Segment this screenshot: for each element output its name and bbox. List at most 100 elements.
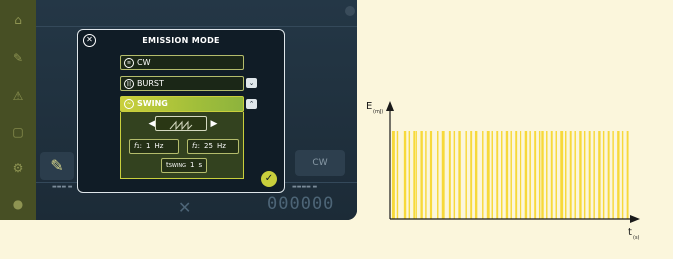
pulse-bar [486,131,490,219]
y-axis-unit: (mJ) [373,109,383,115]
pulse-bar [515,131,518,219]
pulse-bar [501,131,503,219]
pulse-bar [441,131,445,219]
f1-subscript: 1 [136,144,140,150]
chevron-down-icon[interactable]: ⌄ [246,78,257,88]
pulse-bar [579,131,582,219]
pulse-bar [413,131,416,219]
cancel-icon[interactable]: ✕ [178,198,191,217]
warning-icon[interactable]: ⚠ [10,88,26,104]
background-label-right: ▬▬▬▬ ▬ [292,184,318,190]
pin-icon[interactable]: ● [10,196,26,212]
f1-value: 1 [146,142,151,150]
option-swing[interactable]: ~ SWING [120,96,244,112]
home-icon[interactable]: ⌂ [10,12,26,28]
pulse-bar [524,131,528,219]
mode-indicator[interactable]: CW [295,150,345,176]
pulse-bar [538,131,541,219]
pulse-bar [510,131,512,219]
divider [36,26,357,27]
pulse-bar [429,131,433,219]
f2-field[interactable]: f2: 25 Hz [187,139,239,154]
pulse-bar [612,131,614,219]
pulse-bar [505,131,509,219]
f2-unit: Hz [216,142,226,150]
pulse-bar [560,131,564,219]
pulse-bar [437,131,439,219]
indicator-dot [345,6,355,16]
f1-unit: Hz [154,142,164,150]
f2-subscript: 2 [194,144,198,150]
pulse-bar [458,131,461,219]
check-icon[interactable]: ✓ [261,171,277,187]
y-axis-label: E [366,101,372,112]
pulse-bar [602,131,605,219]
pulse-bar [519,131,522,219]
background-label-left: ▬▬▬ ▬ [52,184,73,190]
next-arrow-icon[interactable]: ▶ [209,118,219,130]
pulse-bar [546,131,548,219]
pulse-bar [529,131,531,219]
y-axis-arrow-icon [386,101,394,111]
pulse-bar [565,131,567,219]
sawtooth-wave-icon [169,120,193,131]
pulse-bar [626,131,629,219]
x-axis-arrow-icon [630,215,640,223]
option-burst[interactable]: ||| BURST [120,76,244,91]
f2-value: 25 [204,142,213,150]
pulse-bar [396,131,399,219]
x-axis-unit: (s) [633,235,640,241]
pulse-bar [420,131,423,219]
pulse-bar [470,131,473,219]
emission-mode-dialog: ✕ EMISSION MODE ≡ CW ||| BURST ⌄ ~ SWING ⌃ … [77,29,285,193]
t-unit: s [198,161,203,169]
pulse-bar [583,131,586,219]
gear-icon[interactable]: ⚙ [10,160,26,176]
sidebar: ⌂ ✎ ⚠ ▢ ⚙ ● [0,0,36,220]
pulse-bar [496,131,499,219]
pulse-bar [425,131,427,219]
chevron-up-icon[interactable]: ⌃ [246,99,257,109]
pulse-chart: E (mJ) t (s) [366,101,640,241]
cw-icon: ≡ [124,57,134,68]
pulse-bar [474,131,478,219]
pulse-counter: 000000 [267,194,335,214]
f1-field[interactable]: f1: 1 Hz [129,139,179,154]
swing-icon: ~ [124,98,134,109]
pulse-bar [482,131,484,219]
pulse-bar [569,131,572,219]
pulse-bar [593,131,595,219]
waveform-selector[interactable] [155,116,207,131]
option-label: SWING [137,99,168,108]
dialog-title: EMISSION MODE [142,36,220,45]
pulse-bar [392,131,395,219]
pulse-bar [403,131,407,219]
pulse-bar [598,131,601,219]
pulse-bar [574,131,576,219]
handpiece-icon[interactable]: ✎ [40,152,74,180]
pulse-bar [550,131,553,219]
pulse-bar [415,131,417,219]
burst-icon: ||| [124,78,134,89]
t-subscript: SWING [168,163,186,169]
pen-icon[interactable]: ✎ [10,50,26,66]
t-value: 1 [189,161,195,169]
option-label: BURST [137,79,164,88]
swing-settings-panel: ◀ ▶ f1: 1 Hz f2: 25 Hz tSWING 1 s [120,112,244,179]
pulse-bar [534,131,537,219]
pulse-bar [617,131,620,219]
pulse-bar [465,131,467,219]
pulse-bar [555,131,557,219]
lock-icon[interactable]: ▢ [10,124,26,140]
x-axis-label: t [628,227,632,238]
pulse-bars [392,131,629,219]
pulse-bar [588,131,591,219]
pulse-bar [408,131,411,219]
swing-time-field[interactable]: tSWING 1 s [161,158,207,173]
pulse-bar [448,131,451,219]
pulse-bar [453,131,456,219]
option-cw[interactable]: ≡ CW [120,55,244,70]
device-screen: ⌂ ✎ ⚠ ▢ ⚙ ● ✎ ▬▬▬ ▬ CW ▬▬▬▬ ▬ ✕ 000000 ✕… [0,0,357,220]
pulse-bar [491,131,493,219]
option-label: CW [137,58,151,67]
